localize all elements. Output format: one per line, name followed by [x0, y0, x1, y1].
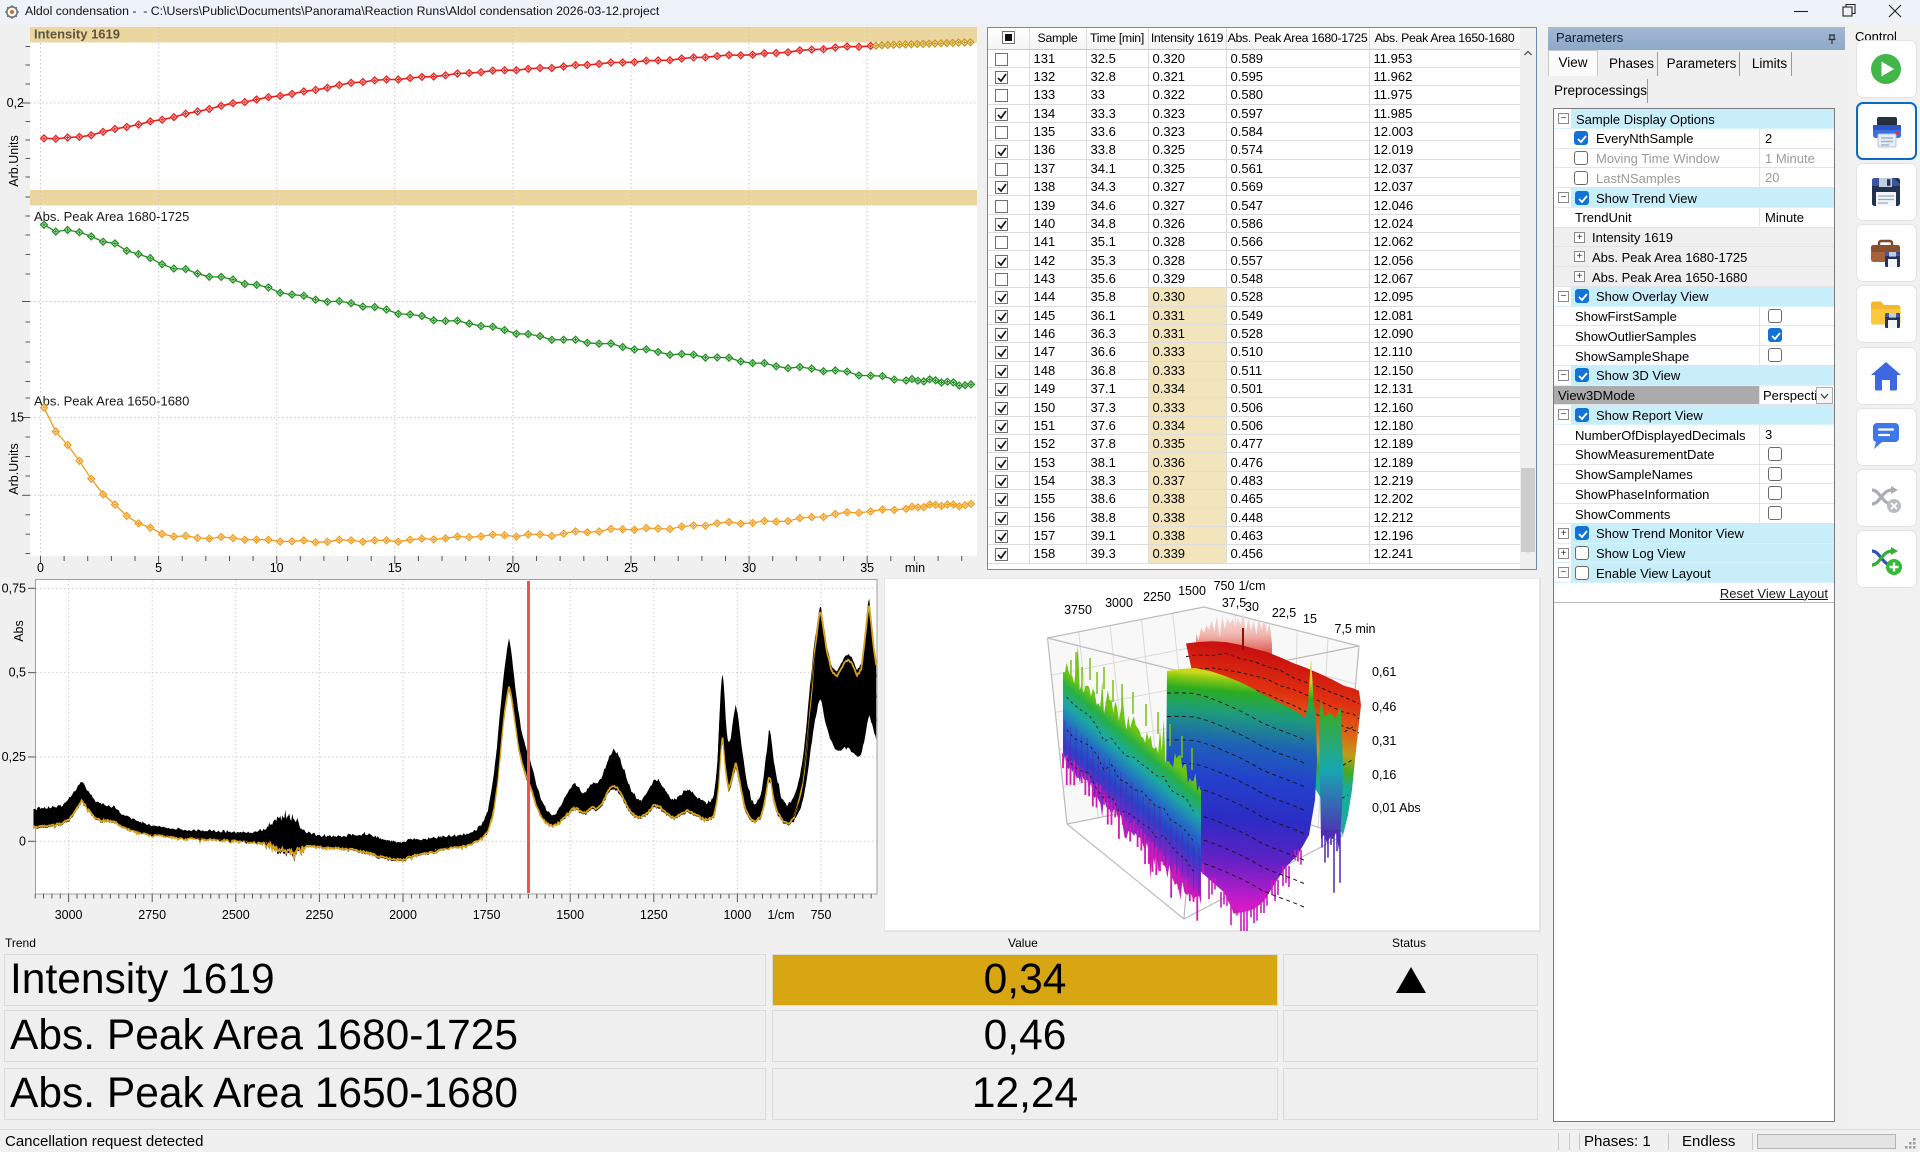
svg-text:22,5: 22,5	[1272, 606, 1296, 620]
svg-text:0,5: 0,5	[9, 666, 26, 680]
svg-text:15: 15	[388, 561, 402, 575]
svg-text:30: 30	[742, 561, 756, 575]
svg-text:1000: 1000	[723, 908, 751, 922]
svg-text:5: 5	[155, 561, 162, 575]
svg-text:0,61: 0,61	[1372, 665, 1396, 679]
svg-text:0,2: 0,2	[7, 96, 24, 110]
svg-text:30: 30	[1245, 600, 1259, 614]
svg-text:2750: 2750	[138, 908, 166, 922]
svg-text:3000: 3000	[55, 908, 83, 922]
svg-text:0,01 Abs: 0,01 Abs	[1372, 801, 1421, 815]
svg-text:0,16: 0,16	[1372, 768, 1396, 782]
svg-text:1/cm: 1/cm	[1238, 579, 1265, 593]
svg-text:min: min	[905, 561, 925, 575]
svg-text:1250: 1250	[640, 908, 668, 922]
svg-text:10: 10	[270, 561, 284, 575]
svg-text:Abs: Abs	[12, 620, 26, 642]
svg-text:Abs. Peak Area 1680-1725: Abs. Peak Area 1680-1725	[34, 209, 189, 224]
svg-text:0,31: 0,31	[1372, 734, 1396, 748]
svg-text:Arb.Units: Arb.Units	[7, 135, 21, 186]
svg-text:0,75: 0,75	[2, 581, 26, 595]
svg-text:25: 25	[624, 561, 638, 575]
svg-text:Intensity 1619: Intensity 1619	[34, 27, 120, 42]
svg-text:1750: 1750	[473, 908, 501, 922]
svg-text:15: 15	[10, 411, 24, 425]
svg-text:0,46: 0,46	[1372, 700, 1396, 714]
svg-text:2500: 2500	[222, 908, 250, 922]
svg-text:750: 750	[811, 908, 832, 922]
svg-text:Arb.Units: Arb.Units	[7, 443, 21, 494]
svg-text:2250: 2250	[1143, 590, 1171, 604]
svg-text:Abs. Peak Area 1650-1680: Abs. Peak Area 1650-1680	[34, 394, 189, 409]
svg-text:2000: 2000	[389, 908, 417, 922]
svg-text:0: 0	[19, 834, 26, 848]
svg-text:1500: 1500	[556, 908, 584, 922]
svg-text:20: 20	[506, 561, 520, 575]
svg-text:1500: 1500	[1178, 584, 1206, 598]
svg-text:3750: 3750	[1064, 603, 1092, 617]
svg-text:750: 750	[1214, 579, 1235, 593]
svg-text:0,25: 0,25	[2, 750, 26, 764]
svg-text:15: 15	[1303, 612, 1317, 626]
svg-text:3000: 3000	[1105, 596, 1133, 610]
svg-text:2250: 2250	[305, 908, 333, 922]
svg-text:0: 0	[37, 561, 44, 575]
svg-text:35: 35	[860, 561, 874, 575]
svg-text:7,5 min: 7,5 min	[1335, 622, 1376, 636]
svg-text:37,5: 37,5	[1222, 596, 1246, 610]
svg-text:1/cm: 1/cm	[767, 908, 794, 922]
